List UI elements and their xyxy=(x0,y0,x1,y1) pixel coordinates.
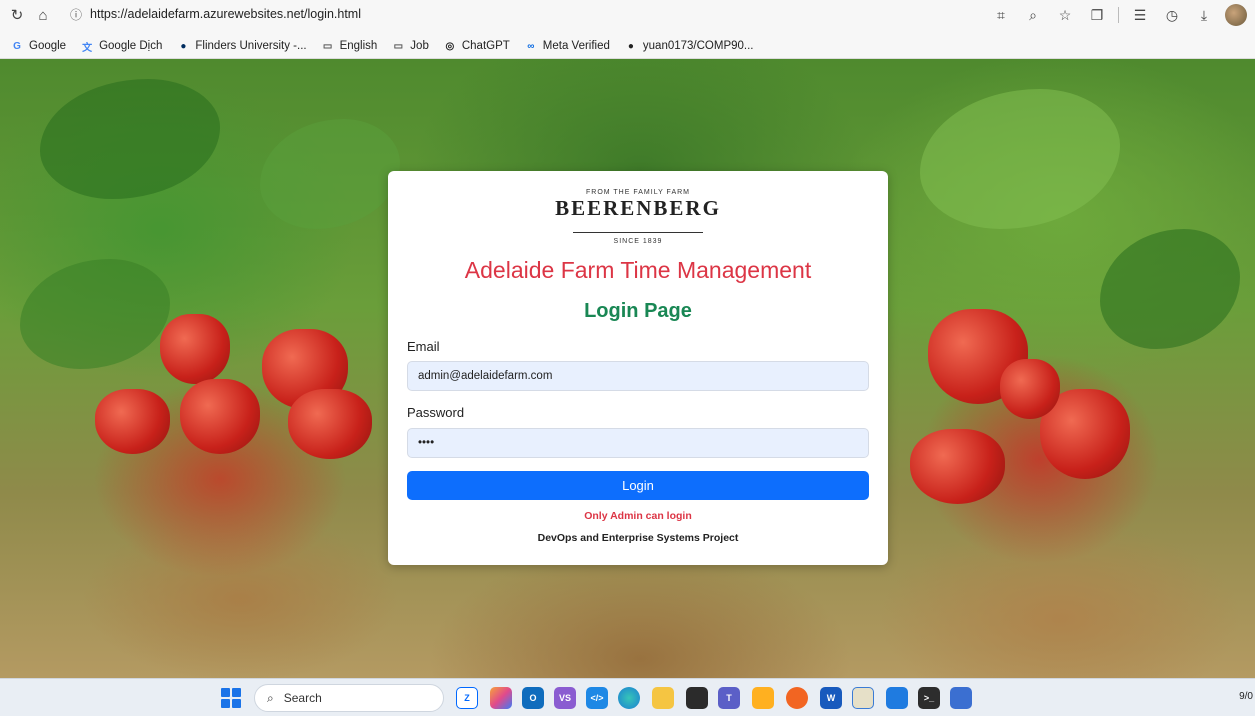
address-bar-row: ↻ ⌂ ⓘ https://adelaidefarm.azurewebsites… xyxy=(0,0,1255,30)
zoom-icon[interactable]: ⌕ xyxy=(1018,2,1048,28)
key-icon[interactable]: ⌗ xyxy=(986,2,1016,28)
bookmarks-bar: G Google 文 Google Dịch ● Flinders University … xyxy=(0,36,758,56)
strawberry xyxy=(1000,359,1060,419)
notepad-icon[interactable] xyxy=(852,687,874,709)
taskbar-search[interactable]: ⌕ Search xyxy=(254,684,444,712)
email-field[interactable] xyxy=(407,361,869,391)
beerenberg-logo: FROM THE FAMILY FARM BEERENBERG SINCE 18… xyxy=(388,189,888,245)
visual-studio-icon[interactable]: VS xyxy=(554,687,576,709)
remote-desktop-icon[interactable] xyxy=(950,687,972,709)
bookmark-item[interactable]: G Google xyxy=(10,39,66,53)
login-button[interactable]: Login xyxy=(407,471,869,500)
bookmark-label: English xyxy=(339,40,378,52)
flinders-icon: ● xyxy=(180,40,187,52)
password-field[interactable] xyxy=(407,428,869,458)
login-card: FROM THE FAMILY FARM BEERENBERG SINCE 18… xyxy=(388,171,888,565)
logo-tagline-top: FROM THE FAMILY FARM xyxy=(585,189,690,196)
strawberry xyxy=(95,389,170,454)
windows-start-icon[interactable] xyxy=(221,688,241,708)
extensions-icon[interactable]: ❐ xyxy=(1082,2,1112,28)
copilot-icon[interactable] xyxy=(490,687,512,709)
bookmark-label: Google Dịch xyxy=(99,40,163,52)
google-icon: G xyxy=(13,40,21,52)
file-explorer-icon[interactable] xyxy=(652,687,674,709)
browser-tools: ⌗ ⌕ ☆ ❐ ☰ ◷ ⤓ xyxy=(986,0,1251,30)
word-icon[interactable]: W xyxy=(820,687,842,709)
leaf-decoration xyxy=(260,119,400,229)
taskbar-search-label: Search xyxy=(283,691,322,705)
edge-icon[interactable] xyxy=(618,687,640,709)
vscode-icon[interactable]: </> xyxy=(586,687,608,709)
page-background: FROM THE FAMILY FARM BEERENBERG SINCE 18… xyxy=(0,59,1255,678)
bookmark-item[interactable]: ● Flinders University -... xyxy=(176,39,306,53)
bookmark-item[interactable]: ▭ Job xyxy=(391,39,429,53)
page-subtitle: Login Page xyxy=(584,300,692,322)
project-note: DevOps and Enterprise Systems Project xyxy=(537,532,739,544)
leaf-decoration xyxy=(40,79,220,199)
reload-icon[interactable]: ↻ xyxy=(4,2,30,28)
teams-icon[interactable]: T xyxy=(718,687,740,709)
folder-icon: ▭ xyxy=(393,40,404,52)
url-field[interactable]: ⓘ https://adelaidefarm.azurewebsites.net… xyxy=(70,2,950,26)
strawberry xyxy=(160,314,230,384)
translate-icon: 文 xyxy=(82,42,93,54)
bookmark-item[interactable]: ▭ English xyxy=(321,39,378,53)
favorite-star-icon[interactable]: ☆ xyxy=(1050,2,1080,28)
bookmark-item[interactable]: ◎ ChatGPT xyxy=(443,39,510,53)
url-text: https://adelaidefarm.azurewebsites.net/l… xyxy=(90,7,361,21)
terminal-icon[interactable]: >_ xyxy=(918,687,940,709)
home-icon[interactable]: ⌂ xyxy=(30,2,56,28)
outlook-icon[interactable]: O xyxy=(522,687,544,709)
admin-note: Only Admin can login xyxy=(584,510,692,522)
logo-brand: BEERENBERG xyxy=(555,196,721,220)
email-label: Email xyxy=(407,339,440,354)
strawberry xyxy=(288,389,372,459)
bookmark-label: yuan0173/COMP90... xyxy=(642,40,754,52)
search-icon: ⌕ xyxy=(267,690,274,705)
photos-icon[interactable] xyxy=(886,687,908,709)
logo-rule xyxy=(573,232,703,233)
download-icon[interactable]: ⤓ xyxy=(1189,2,1219,28)
leaf-decoration xyxy=(1100,229,1240,349)
strawberry xyxy=(180,379,260,454)
browser-toolbar: ↻ ⌂ ⓘ https://adelaidefarm.azurewebsites… xyxy=(0,0,1255,59)
meta-icon: ∞ xyxy=(527,40,535,52)
page-title: Adelaide Farm Time Management xyxy=(464,257,812,283)
compass-icon[interactable] xyxy=(786,687,808,709)
bookmark-label: Job xyxy=(410,40,429,52)
chatgpt-icon: ◎ xyxy=(445,40,455,52)
password-label: Password xyxy=(407,405,465,420)
bookmark-label: Google xyxy=(29,40,67,52)
folder-icon: ▭ xyxy=(322,40,333,52)
strawberry xyxy=(910,429,1005,504)
favorites-icon[interactable]: ☰ xyxy=(1125,2,1155,28)
profile-avatar[interactable] xyxy=(1221,2,1251,28)
bookmark-item[interactable]: ∞ Meta Verified xyxy=(524,39,610,53)
bookmark-item[interactable]: 文 Google Dịch xyxy=(80,39,163,54)
leaf-decoration xyxy=(920,89,1120,229)
bookmark-label: Flinders University -... xyxy=(195,40,307,52)
zalo-icon[interactable]: Z xyxy=(456,687,478,709)
taskbar: ⌕ Search Z O VS </> T W >_ 9/0 xyxy=(0,678,1255,716)
bookmark-label: Meta Verified xyxy=(542,40,610,52)
sticky-notes-icon[interactable] xyxy=(686,687,708,709)
github-icon: ● xyxy=(627,40,634,52)
toolbar-divider xyxy=(1118,7,1119,23)
history-icon[interactable]: ◷ xyxy=(1157,2,1187,28)
snipping-tool-icon[interactable] xyxy=(752,687,774,709)
site-info-icon[interactable]: ⓘ xyxy=(70,6,82,23)
bookmark-item[interactable]: ● yuan0173/COMP90... xyxy=(624,39,754,53)
leaf-decoration xyxy=(20,259,170,369)
bookmark-label: ChatGPT xyxy=(461,40,510,52)
clock: 9/0 xyxy=(1239,691,1253,702)
logo-tagline-bottom: SINCE 1839 xyxy=(613,238,663,245)
